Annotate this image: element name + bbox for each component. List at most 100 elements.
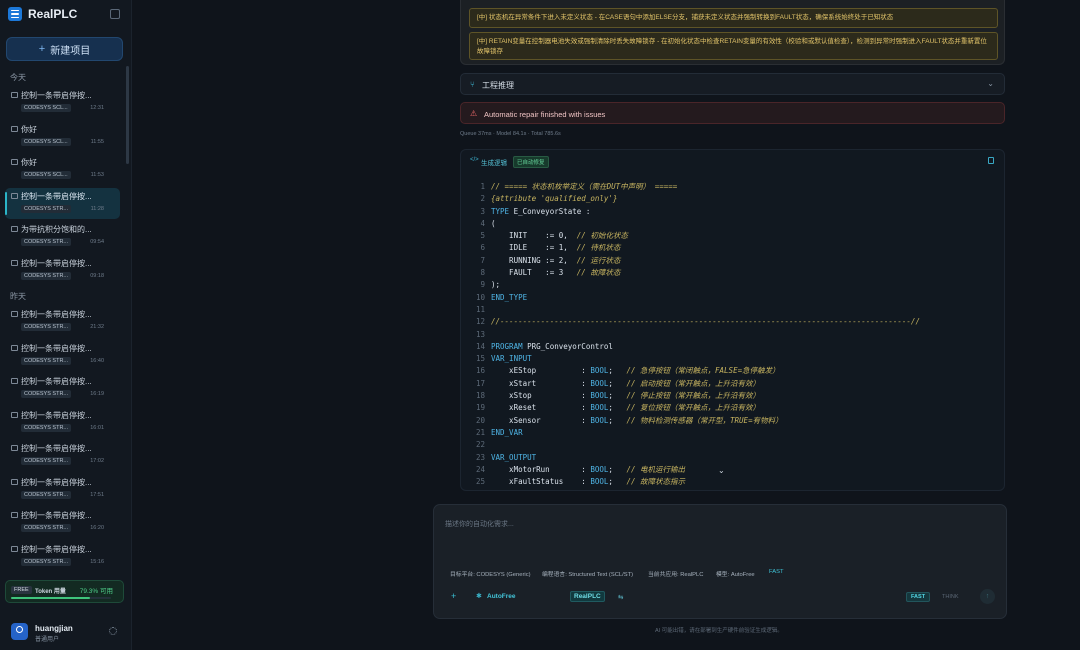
history-item-title: 控制一条带启停按... bbox=[21, 377, 92, 386]
line-number: 14 bbox=[475, 341, 485, 351]
history-item[interactable]: 控制一条带启停按... CODESYS STR... 17:02 bbox=[5, 440, 120, 471]
gear-icon[interactable] bbox=[109, 627, 117, 635]
history-item-time: 16:19 bbox=[90, 391, 104, 397]
history-item-time: 17:51 bbox=[90, 491, 104, 498]
line-number: 21 bbox=[475, 427, 485, 437]
history-item[interactable]: 你好 CODESYS SCL... 11:53 bbox=[5, 154, 120, 185]
token-usage[interactable]: FREE Token 用量 79.3% 可用 bbox=[5, 580, 124, 603]
code-token: xFaultStatus : bbox=[491, 477, 591, 487]
history-item-title: 控制一条带启停按... bbox=[21, 91, 92, 100]
copy-icon[interactable] bbox=[988, 157, 994, 164]
code-token: // 待机状态 bbox=[576, 243, 621, 253]
think-mode-toggle[interactable]: THINK bbox=[942, 594, 959, 600]
code-panel: </> 生成逻辑 已自动修复 1 // ===== 状态机枚举定义（需在DUT中声… bbox=[460, 149, 1005, 491]
history-item[interactable]: 控制一条带启停按... CODESYS STR... 15:16 bbox=[5, 541, 120, 572]
history-item[interactable]: 控制一条带启停按... CODESYS STR... 16:19 bbox=[5, 373, 120, 404]
new-project-button[interactable]: + 新建项目 bbox=[6, 37, 123, 61]
history-item[interactable]: 控制一条带启停按... CODESYS STR... 21:32 bbox=[5, 306, 120, 337]
code-line: 17 xStart : BOOL; // 启动按钮（常开触点，上升沿有效） bbox=[461, 378, 1004, 390]
history-item[interactable]: 为带抗积分饱和的... CODESYS STR... 09:54 bbox=[5, 221, 120, 252]
line-number: 2 bbox=[480, 194, 485, 204]
warning-panel: [中] 状态机在异常条件下进入未定义状态 - 在CASE语句中添加ELSE分支，… bbox=[460, 0, 1005, 65]
line-number: 10 bbox=[475, 292, 485, 302]
history-item[interactable]: 控制一条带启停按... CODESYS SCL... 12:31 bbox=[5, 87, 120, 118]
history-item-tag: CODESYS STR... bbox=[21, 271, 72, 280]
history-item-title: 控制一条带启停按... bbox=[21, 310, 92, 319]
chat-icon bbox=[11, 92, 18, 98]
code-text: {attribute 'qualified_only'} bbox=[491, 193, 617, 205]
code-line: 9); bbox=[461, 279, 1004, 291]
user-profile[interactable]: huangjian 普通用户 bbox=[9, 621, 124, 643]
history-item[interactable]: 控制一条带启停按... CODESYS STR... 09:18 bbox=[5, 255, 120, 286]
chat-icon bbox=[11, 226, 18, 232]
code-line: 10 END_TYPE bbox=[461, 292, 1004, 304]
code-token: {attribute 'qualified_only'} bbox=[491, 194, 618, 204]
engineering-reasoning-toggle[interactable]: ⑂ 工程推理 ⌄ bbox=[460, 73, 1005, 95]
code-token: BOOL bbox=[590, 477, 609, 487]
code-token: FAULT := 3 bbox=[491, 268, 577, 278]
history-item-title: 控制一条带启停按... bbox=[21, 477, 92, 487]
history-item-tag: CODESYS STR... bbox=[21, 323, 72, 331]
history-item[interactable]: 控制一条带启停按... CODESYS STR... 16:01 bbox=[5, 407, 120, 438]
code-token: END_VAR bbox=[491, 427, 523, 437]
code-text: END_TYPE bbox=[491, 292, 527, 304]
plan-badge: FREE bbox=[11, 586, 32, 594]
code-token: VAR_OUTPUT bbox=[491, 452, 537, 462]
chat-icon bbox=[11, 512, 18, 518]
history-item-tag: CODESYS STR... bbox=[21, 490, 72, 499]
history-item-tag: CODESYS STR... bbox=[21, 356, 72, 365]
chat-icon bbox=[11, 445, 18, 451]
line-number: 16 bbox=[475, 366, 485, 376]
code-token: E_ConveyorState : bbox=[509, 206, 591, 216]
code-line: 5 INIT := 0, // 初始化状态 bbox=[461, 230, 1004, 242]
history-list[interactable]: 今天 控制一条带启停按... CODESYS SCL... 12:31 你好 CODESY… bbox=[0, 66, 132, 578]
line-number: 5 bbox=[480, 231, 485, 241]
collapse-sidebar-icon[interactable] bbox=[110, 9, 120, 19]
footer-disclaimer: AI 可能出错，请在部署到生产硬件前验证生成逻辑。 bbox=[655, 628, 783, 634]
chevron-down-icon[interactable]: ⌄ bbox=[718, 466, 725, 475]
chat-icon bbox=[11, 125, 18, 132]
line-number: 17 bbox=[475, 378, 485, 388]
history-item-title: 为带抗积分饱和的... bbox=[21, 225, 92, 234]
code-token: ; bbox=[608, 403, 627, 413]
code-text: xEStop : BOOL; // 急停按钮（常闭触点，FALSE=急停触发） bbox=[491, 365, 780, 377]
line-number: 25 bbox=[475, 477, 485, 487]
model-selector[interactable]: AutoFree bbox=[476, 592, 515, 600]
branch-icon: ⑂ bbox=[470, 80, 475, 89]
code-token: // 故障状态 bbox=[576, 268, 621, 278]
chat-icon bbox=[11, 378, 18, 384]
code-text: INIT := 0, // 初始化状态 bbox=[491, 230, 628, 242]
history-item[interactable]: 控制一条带启停按... CODESYS STR... 17:51 bbox=[5, 474, 120, 505]
line-number: 12 bbox=[475, 317, 485, 327]
code-text: xStop : BOOL; // 停止按钮（常开触点，上升沿有效） bbox=[491, 390, 760, 402]
code-token: // 急停按钮（常闭触点，FALSE=急停触发） bbox=[626, 366, 780, 376]
history-item-title: 控制一条带启停按... bbox=[21, 511, 92, 520]
history-item-title: 控制一条带启停按... bbox=[21, 544, 92, 554]
history-item[interactable]: 控制一条带启停按... CODESYS STR... 11:28 bbox=[5, 187, 120, 219]
code-token: ); bbox=[491, 280, 501, 290]
code-body[interactable]: 1 // ===== 状态机枚举定义（需在DUT中声明） ===== 2 {attri… bbox=[461, 181, 1004, 488]
history-item[interactable]: 控制一条带启停按... CODESYS STR... 16:40 bbox=[5, 340, 120, 371]
code-line: 6 IDLE := 1, // 待机状态 bbox=[461, 242, 1004, 254]
add-attachment-button[interactable]: + bbox=[451, 591, 456, 601]
code-token: ; bbox=[608, 464, 627, 474]
brand[interactable]: RealPLC bbox=[8, 7, 77, 21]
code-line: 14 PROGRAM PRG_ConveyorControl bbox=[461, 341, 1004, 353]
history-scrollbar[interactable] bbox=[126, 66, 129, 164]
code-line: 22 bbox=[461, 439, 1004, 451]
code-token: BOOL bbox=[590, 464, 609, 474]
code-token: // 停止按钮（常开触点，上升沿有效） bbox=[626, 391, 761, 401]
platform-chip[interactable]: RealPLC bbox=[570, 591, 605, 602]
code-text: FAULT := 3 // 故障状态 bbox=[491, 267, 620, 279]
history-item[interactable]: 控制一条带启停按... CODESYS STR... 16:20 bbox=[5, 507, 120, 538]
history-item-title: 控制一条带启停按... bbox=[21, 410, 92, 420]
history-item-title: 控制一条带启停按... bbox=[21, 343, 92, 353]
fast-mode-toggle[interactable]: FAST bbox=[906, 592, 931, 602]
code-token: BOOL bbox=[590, 391, 609, 401]
send-button[interactable]: ↑ bbox=[980, 589, 995, 604]
prompt-input[interactable]: 描述你的自动化需求... bbox=[445, 519, 514, 529]
swap-icon[interactable]: ⇆ bbox=[618, 593, 623, 601]
history-item[interactable]: 你好 CODESYS SCL... 11:55 bbox=[5, 121, 120, 152]
code-text: ); bbox=[491, 279, 500, 291]
chat-icon bbox=[11, 545, 18, 552]
